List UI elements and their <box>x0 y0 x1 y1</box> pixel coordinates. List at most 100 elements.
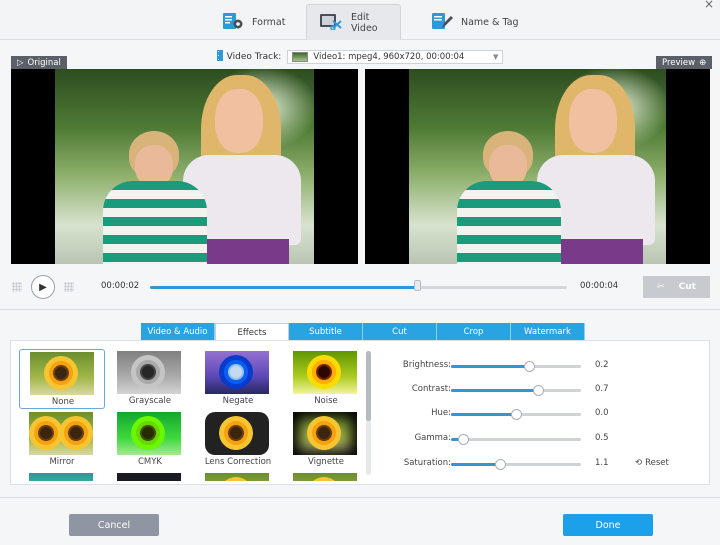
tab-effects[interactable]: Effects <box>215 323 289 341</box>
play-icon: ▶ <box>39 281 47 293</box>
effects-panel: None Grayscale Negate Noise Mirror CMYK <box>10 340 710 485</box>
effect-negate[interactable]: Negate <box>195 349 281 409</box>
zoom-icon[interactable]: ⊕ <box>699 58 706 68</box>
footer: Cancel Done <box>0 497 720 545</box>
original-label: Original <box>27 57 61 68</box>
tab-edit-video[interactable]: Edit Video <box>306 4 401 40</box>
boy-shirt <box>103 181 207 264</box>
seek-bar-fill <box>150 286 417 289</box>
tab-subtitle[interactable]: Subtitle <box>289 323 363 341</box>
flower <box>131 416 165 450</box>
effect-partial[interactable] <box>283 471 359 481</box>
original-video <box>11 69 358 264</box>
playback-controls: ▶ 00:00:02 00:00:04 ✂ Cut <box>0 272 720 302</box>
effect-label: CMYK <box>137 457 163 467</box>
slider-handle[interactable] <box>511 409 522 420</box>
effect-label: Grayscale <box>128 396 172 406</box>
effects-scrollbar-thumb[interactable] <box>366 351 371 421</box>
effects-scrollbar[interactable] <box>366 351 371 475</box>
tab-video-audio[interactable]: Video & Audio <box>141 323 215 341</box>
effect-noise[interactable]: Noise <box>283 349 359 409</box>
flower <box>59 416 93 450</box>
brightness-value: 0.2 <box>595 360 609 370</box>
tab-format[interactable]: Format <box>210 4 297 40</box>
effect-mirror[interactable]: Mirror <box>19 410 105 470</box>
contrast-slider[interactable] <box>451 385 581 396</box>
preview-label: Preview <box>662 57 696 68</box>
cut-button[interactable]: ✂ Cut <box>643 276 710 298</box>
effect-vignette[interactable]: Vignette <box>283 410 359 470</box>
effect-lens-correction[interactable]: Lens Correction <box>195 410 281 470</box>
tab-format-label: Format <box>252 16 286 28</box>
original-label-badge: ▷ Original <box>11 56 67 69</box>
tab-name-tag[interactable]: Name & Tag <box>419 4 531 40</box>
chevron-down-icon: ▼ <box>492 53 499 61</box>
video-track-thumbnail <box>292 52 309 62</box>
effect-label: Vignette <box>308 457 344 467</box>
hue-slider[interactable] <box>451 409 581 420</box>
effect-thumbnail <box>205 351 269 394</box>
slider-handle[interactable] <box>524 361 535 372</box>
play-outline-icon: ▷ <box>17 57 24 68</box>
effect-partial[interactable] <box>195 471 281 481</box>
reset-icon: ⟲ <box>635 458 643 468</box>
current-time: 00:00:02 <box>101 281 140 291</box>
saturation-slider-row: Saturation: 1.1 <box>381 457 621 471</box>
seek-bar[interactable] <box>150 280 567 291</box>
saturation-slider[interactable] <box>451 459 581 470</box>
flower <box>131 355 165 389</box>
hue-value: 0.0 <box>595 408 609 418</box>
preview-frame <box>409 69 666 264</box>
cancel-button[interactable]: Cancel <box>69 514 159 536</box>
tab-crop[interactable]: Crop <box>437 323 511 341</box>
slider-fill <box>451 389 539 392</box>
close-icon[interactable]: × <box>702 0 716 11</box>
contrast-label: Contrast: <box>411 384 451 394</box>
effect-grayscale[interactable]: Grayscale <box>107 349 193 409</box>
effect-cmyk[interactable]: CMYK <box>107 410 193 470</box>
effect-thumbnail <box>29 412 93 455</box>
main-tab-bar: Format Edit Video Name & Tag × <box>0 0 720 40</box>
hue-label: Hue: <box>431 408 451 418</box>
effect-partial[interactable] <box>107 471 193 481</box>
gamma-slider[interactable] <box>451 434 581 445</box>
slider-fill <box>451 413 516 416</box>
flower <box>44 356 78 390</box>
slider-handle[interactable] <box>495 459 507 470</box>
effect-partial[interactable] <box>19 471 105 481</box>
effects-grid: None Grayscale Negate Noise Mirror CMYK <box>19 349 359 481</box>
flower <box>307 416 341 450</box>
tab-edit-video-label: Edit Video <box>351 11 378 34</box>
format-icon <box>222 12 244 33</box>
play-button[interactable]: ▶ <box>31 275 55 299</box>
video-track-label-group: Video Track: <box>216 50 281 64</box>
effect-none[interactable]: None <box>19 349 105 409</box>
name-tag-icon <box>431 12 453 33</box>
video-track-value: Video1: mpeg4, 960x720, 00:00:04 <box>313 52 465 62</box>
tab-name-tag-label: Name & Tag <box>461 16 519 28</box>
video-track-select[interactable]: Video1: mpeg4, 960x720, 00:00:04 ▼ <box>287 50 504 64</box>
hue-slider-row: Hue: 0.0 <box>381 407 621 421</box>
brightness-slider[interactable] <box>451 361 581 372</box>
flower <box>219 416 253 450</box>
contrast-value: 0.7 <box>595 384 609 394</box>
effect-thumbnail <box>205 412 269 455</box>
reset-label: Reset <box>645 458 669 468</box>
tab-cut[interactable]: Cut <box>363 323 437 341</box>
edit-video-icon <box>319 12 343 33</box>
effect-thumbnail <box>117 412 181 455</box>
video-track-row: Video Track: Video1: mpeg4, 960x720, 00:… <box>0 49 720 65</box>
tab-watermark[interactable]: Watermark <box>511 323 585 341</box>
done-button[interactable]: Done <box>563 514 653 536</box>
slider-handle[interactable] <box>533 385 545 396</box>
contrast-slider-row: Contrast: 0.7 <box>381 383 621 397</box>
total-time: 00:00:04 <box>580 281 619 291</box>
reset-button[interactable]: ⟲ Reset <box>635 458 669 468</box>
effect-thumbnail <box>117 473 181 481</box>
slider-handle[interactable] <box>457 434 469 445</box>
edit-tabs: Video & Audio Effects Subtitle Cut Crop … <box>141 323 585 341</box>
effect-thumbnail <box>117 351 181 394</box>
preview-video <box>365 69 710 264</box>
flower <box>307 477 341 481</box>
seek-handle[interactable] <box>413 280 421 291</box>
